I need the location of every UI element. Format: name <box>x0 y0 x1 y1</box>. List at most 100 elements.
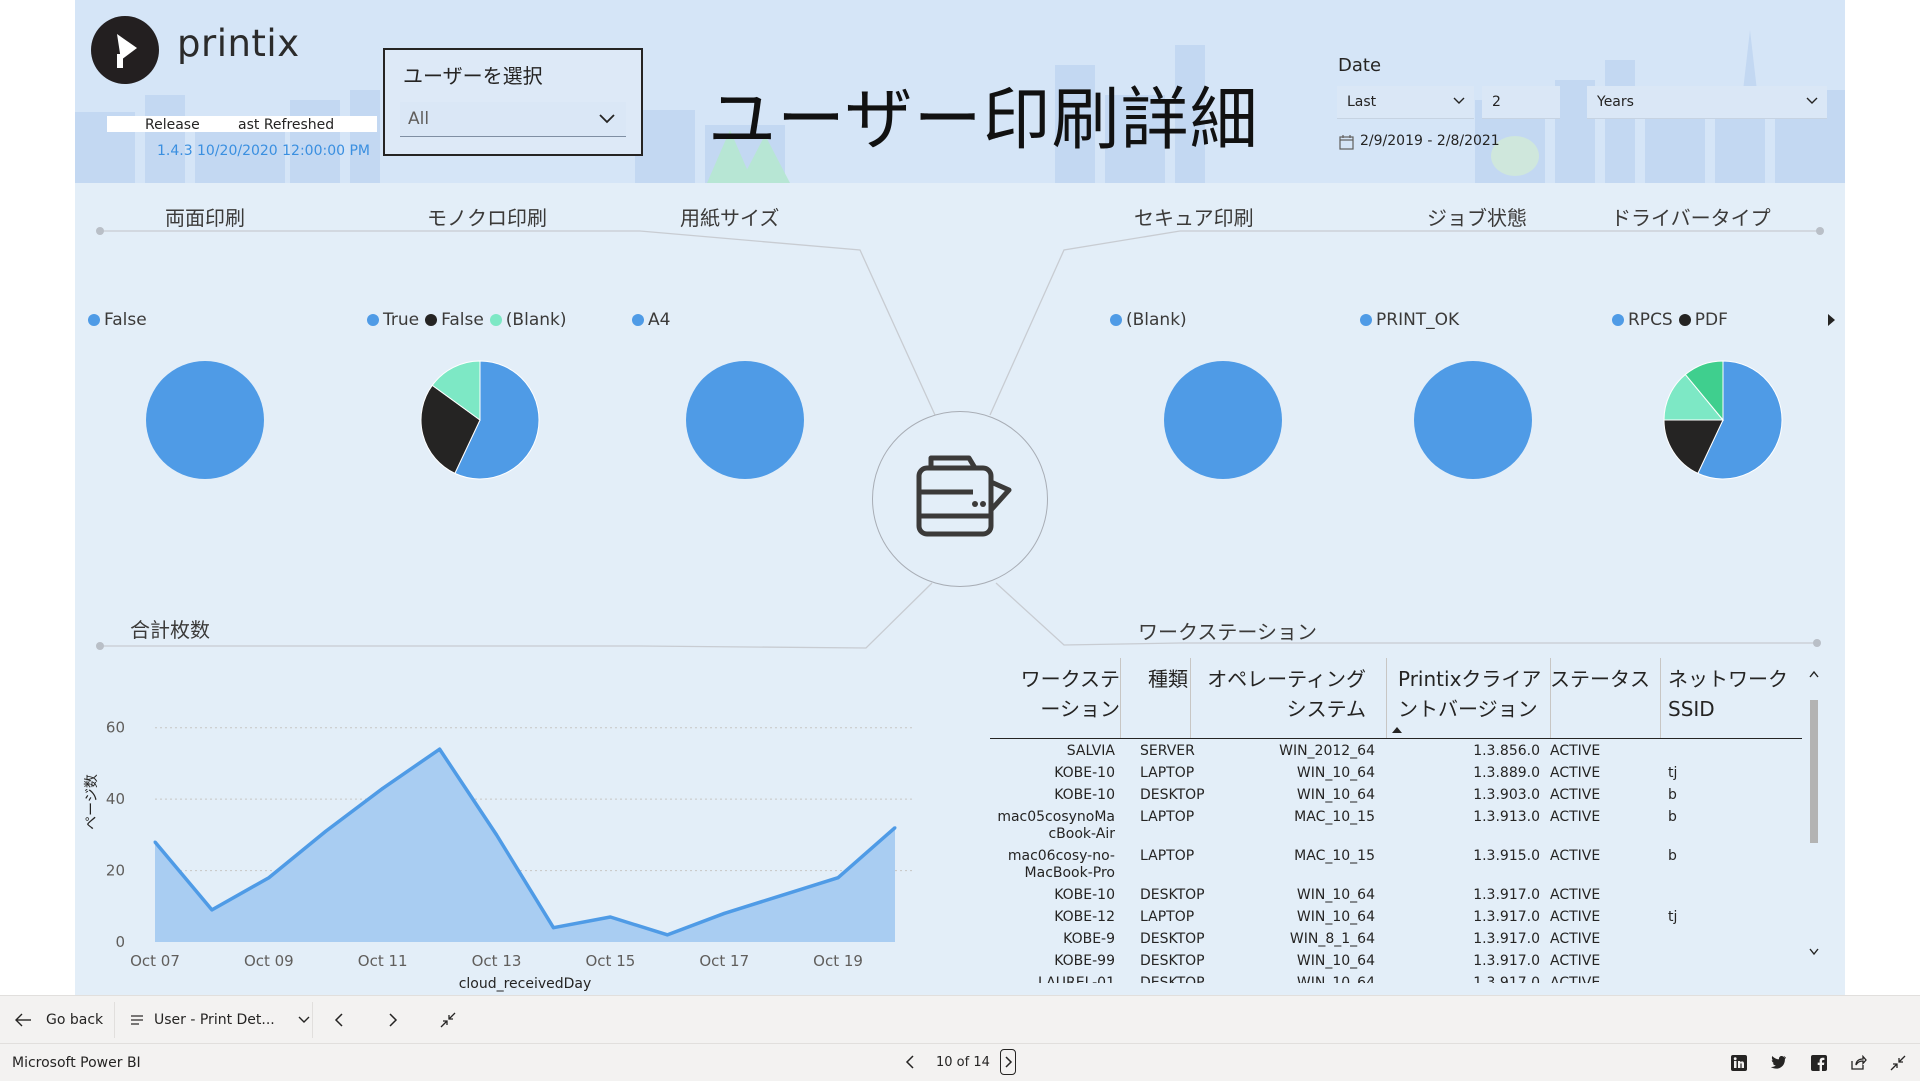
printer-icon <box>916 455 1012 537</box>
fullscreen-exit-icon[interactable] <box>1890 1055 1906 1071</box>
x-tick-label: Oct 07 <box>130 952 180 970</box>
data-point[interactable] <box>893 826 897 830</box>
table-cell: b <box>1668 787 1677 803</box>
date-count-value: 2 <box>1492 94 1501 110</box>
x-tick-label: Oct 17 <box>699 952 749 970</box>
user-slicer[interactable]: ユーザーを選択 All <box>383 48 643 156</box>
pie-paper <box>686 361 804 479</box>
date-relative-value: Last <box>1347 94 1377 110</box>
pie-slice[interactable] <box>1414 361 1532 479</box>
workstation-table: ワークステ ーション 種類 オペレーティング システム Printixクライア ントバージョ… <box>990 658 1802 983</box>
x-tick-label: Oct 19 <box>813 952 863 970</box>
chevron-right-icon <box>1005 1056 1013 1068</box>
legend-item: True <box>367 310 419 330</box>
pie-secure <box>1164 361 1282 479</box>
data-point[interactable] <box>381 786 385 790</box>
section-title-duplex: 両面印刷 <box>165 206 245 230</box>
y-axis-title: ページ数 <box>84 774 100 830</box>
column-header[interactable]: オペレーティング システム <box>1190 664 1366 724</box>
share-icon[interactable] <box>1850 1055 1867 1071</box>
release-label: Release <box>145 117 200 133</box>
data-point[interactable] <box>438 747 442 751</box>
table-header: ワークステ ーション 種類 オペレーティング システム Printixクライア ントバージョ… <box>990 658 1802 739</box>
date-count-input[interactable]: 2 <box>1482 86 1560 119</box>
data-point[interactable] <box>324 829 328 833</box>
pie-slice[interactable] <box>146 361 264 479</box>
go-back-button[interactable]: Go back <box>14 996 103 1044</box>
y-tick-label: 20 <box>106 862 125 880</box>
data-point[interactable] <box>608 915 612 919</box>
legend-item: (Blank) <box>489 310 566 330</box>
date-range-text: 2/9/2019 - 2/8/2021 <box>1360 133 1500 149</box>
twitter-icon[interactable] <box>1770 1055 1787 1070</box>
scroll-thumb[interactable] <box>1810 700 1818 843</box>
user-slicer-dropdown[interactable]: All <box>400 102 626 137</box>
section-title-job-status: ジョブ状態 <box>1427 206 1527 230</box>
pie-slice[interactable] <box>1164 361 1282 479</box>
data-point[interactable] <box>153 840 157 844</box>
data-point[interactable] <box>836 876 840 880</box>
scroll-down-icon[interactable] <box>1809 948 1819 956</box>
pie-slice[interactable] <box>686 361 804 479</box>
report-nav-bar: Go back User - Print Det... <box>0 995 1920 1044</box>
data-point[interactable] <box>665 933 669 937</box>
x-tick-label: Oct 15 <box>585 952 635 970</box>
data-point[interactable] <box>722 911 726 915</box>
section-title-mono: モノクロ印刷 <box>427 206 547 230</box>
page-list-icon <box>131 1015 143 1025</box>
pie-driver <box>1663 360 1783 480</box>
table-cell: ACTIVE <box>1550 887 1601 903</box>
data-point[interactable] <box>267 876 271 880</box>
status-bar: Microsoft Power BI 10 of 14 <box>0 1043 1920 1081</box>
previous-page-button[interactable] <box>333 996 345 1044</box>
collapse-button[interactable] <box>440 996 456 1044</box>
printix-logo-icon <box>91 16 159 84</box>
page-title: ユーザー印刷詳細 <box>708 81 1259 160</box>
y-tick-label: 0 <box>115 933 125 951</box>
table-cell: ACTIVE <box>1550 931 1601 947</box>
chevron-down-icon <box>599 114 615 124</box>
date-unit-dropdown[interactable]: Years <box>1587 86 1827 119</box>
chevron-down-icon <box>298 1016 310 1023</box>
next-page-status-button[interactable] <box>1000 1049 1016 1075</box>
user-slicer-value: All <box>408 109 430 129</box>
column-header[interactable]: ワークステ ーション <box>1010 664 1120 724</box>
total-pages-area-chart: 0 20 40 60 Oct 07 Oct 09 Oct 11 Oct 13 Oct 15 Oct… <box>84 719 915 992</box>
data-point[interactable] <box>495 833 499 837</box>
table-cell: 1.3.917.0 <box>1473 887 1540 903</box>
column-header[interactable]: Printixクライア ントバージョン <box>1398 664 1548 724</box>
pie-job-status <box>1414 361 1532 479</box>
date-relative-dropdown[interactable]: Last <box>1337 86 1474 119</box>
user-slicer-title: ユーザーを選択 <box>403 64 543 88</box>
scroll-up-icon[interactable] <box>1809 670 1819 678</box>
table-cell: ACTIVE <box>1550 809 1601 825</box>
facebook-icon[interactable] <box>1811 1055 1827 1071</box>
section-title-total: 合計枚数 <box>130 618 210 642</box>
legend-next-icon[interactable] <box>1826 313 1836 327</box>
data-point[interactable] <box>210 908 214 912</box>
pie-mono <box>420 360 540 480</box>
legend-item: False <box>425 310 484 330</box>
chevron-right-icon <box>389 1013 398 1027</box>
data-point[interactable] <box>779 894 783 898</box>
column-header[interactable]: ステータス <box>1550 664 1660 694</box>
linkedin-icon[interactable] <box>1731 1055 1747 1071</box>
refreshed-at-value: 10/20/2020 12:00:00 PM <box>197 143 370 159</box>
chevron-left-icon[interactable] <box>904 1054 916 1070</box>
column-header[interactable]: 種類 <box>1128 664 1188 694</box>
section-title-paper: 用紙サイズ <box>680 206 780 230</box>
section-title-driver: ドライバータイプ <box>1611 206 1771 230</box>
table-cell: b <box>1668 809 1677 825</box>
page-counter: 10 of 14 <box>936 1055 990 1070</box>
legend-item: PDF <box>1678 310 1728 330</box>
date-filter-label: Date <box>1338 55 1382 76</box>
sort-ascending-icon[interactable] <box>1391 726 1403 734</box>
data-point[interactable] <box>551 926 555 930</box>
page-selector[interactable]: User - Print Det... <box>130 996 311 1044</box>
table-cell: 1.3.889.0 <box>1473 765 1540 781</box>
legend-duplex: False <box>88 310 153 330</box>
table-scrollbar[interactable] <box>1807 666 1821 966</box>
next-page-button[interactable] <box>387 996 399 1044</box>
table-cell: b <box>1668 848 1677 864</box>
column-header[interactable]: ネットワーク SSID <box>1668 664 1798 724</box>
